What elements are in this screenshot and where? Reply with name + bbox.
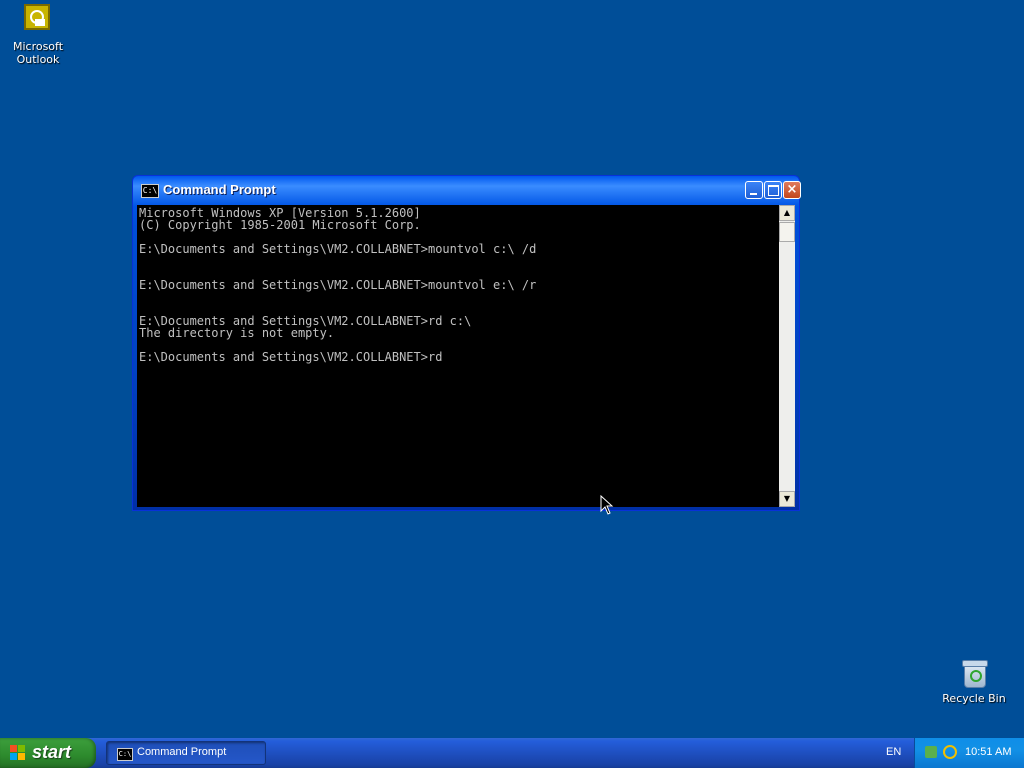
maximize-icon (765, 182, 781, 198)
console-area[interactable]: Microsoft Windows XP [Version 5.1.2600](… (137, 205, 795, 507)
outlook-icon (22, 4, 54, 36)
console-line: The directory is not empty. (139, 326, 335, 340)
command-prompt-window[interactable]: C:\ Command Prompt × Microsoft Windows X… (132, 175, 801, 511)
console-icon[interactable]: C:\ (141, 184, 159, 198)
console-line: E:\Documents and Settings\VM2.COLLABNET>… (139, 242, 537, 256)
close-icon: × (786, 182, 798, 197)
console-line: E:\Documents and Settings\VM2.COLLABNET>… (139, 350, 443, 364)
taskbar: start C:\ Command Prompt EN 10:51 AM (0, 738, 1024, 768)
taskbar-item-command-prompt[interactable]: C:\ Command Prompt (106, 741, 266, 765)
window-title: Command Prompt (163, 182, 276, 197)
system-tray: 10:51 AM (914, 738, 1024, 768)
window-titlebar[interactable]: C:\ Command Prompt × (133, 176, 801, 204)
console-icon: C:\ (117, 748, 133, 761)
desktop-icon-outlook[interactable]: Microsoft Outlook (0, 4, 78, 66)
search-icon[interactable] (943, 745, 957, 759)
desktop-icon-label: Recycle Bin (942, 692, 1006, 705)
console-line: E:\Documents and Settings\VM2.COLLABNET>… (139, 278, 537, 292)
vertical-scrollbar[interactable]: ▲ ▼ (779, 205, 795, 507)
windows-logo-icon (10, 745, 26, 761)
clock[interactable]: 10:51 AM (965, 746, 1011, 758)
start-label: start (32, 742, 72, 762)
desktop-icon-label: Microsoft Outlook (12, 40, 64, 66)
close-button[interactable]: × (783, 181, 801, 199)
console-output[interactable]: Microsoft Windows XP [Version 5.1.2600](… (137, 205, 779, 507)
maximize-button[interactable] (764, 181, 782, 199)
taskbar-item-label: Command Prompt (137, 746, 227, 758)
minimize-icon (746, 182, 762, 198)
scroll-down-button[interactable]: ▼ (779, 491, 795, 507)
scrollbar-thumb[interactable] (779, 222, 795, 242)
network-icon[interactable] (925, 746, 937, 758)
scroll-up-button[interactable]: ▲ (779, 205, 795, 221)
console-line: (C) Copyright 1985-2001 Microsoft Corp. (139, 218, 421, 232)
language-indicator[interactable]: EN (886, 746, 901, 758)
start-button[interactable]: start (0, 738, 96, 768)
desktop-icon-recycle-bin[interactable]: Recycle Bin (934, 656, 1014, 705)
minimize-button[interactable] (745, 181, 763, 199)
recycle-bin-icon (958, 656, 990, 688)
